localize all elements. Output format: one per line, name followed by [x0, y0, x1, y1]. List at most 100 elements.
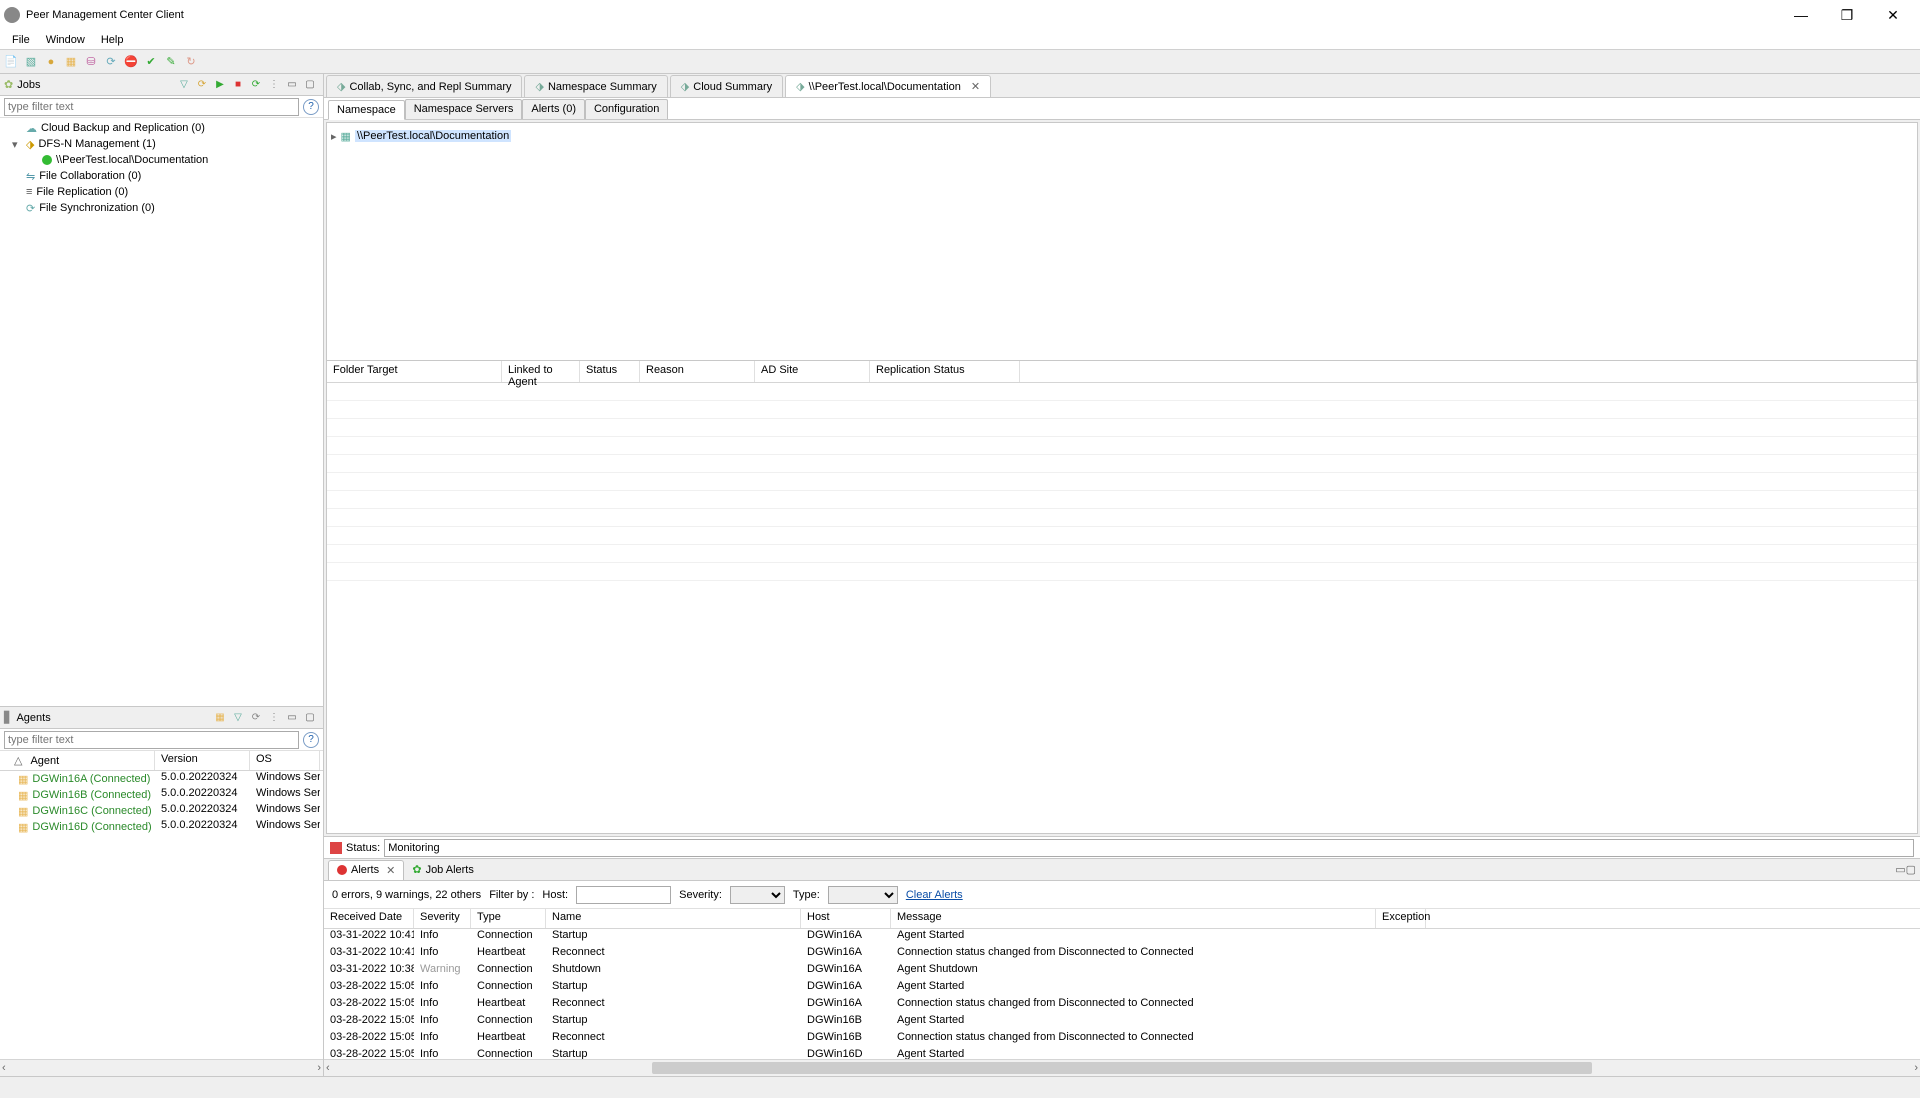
jobs-tree[interactable]: ☁Cloud Backup and Replication (0)▾⬗DFS-N… [0, 118, 323, 706]
maximize-button[interactable]: ❐ [1824, 0, 1870, 30]
toolbar-sync-icon[interactable]: ↻ [182, 53, 200, 71]
folder-target-row[interactable] [327, 383, 1917, 401]
jobs-min-icon[interactable]: ▭ [284, 77, 300, 93]
sub-tab[interactable]: Namespace [328, 100, 405, 120]
jobs-filter-icon[interactable]: ▽ [176, 77, 192, 93]
menu-window[interactable]: Window [38, 34, 93, 46]
alerts-table[interactable]: Received Date Severity Type Name Host Me… [324, 909, 1920, 1059]
agents-col-version[interactable]: Version [155, 751, 250, 770]
editor-tab[interactable]: ⬗\\PeerTest.local\Documentation✕ [785, 75, 991, 97]
editor-tab[interactable]: ⬗Collab, Sync, and Repl Summary [326, 75, 522, 97]
folder-target-row[interactable] [327, 401, 1917, 419]
toolbar-save-icon[interactable]: ● [42, 53, 60, 71]
tab-close-icon[interactable]: ✕ [971, 80, 980, 93]
alert-row[interactable]: 03-31-2022 10:41:10InfoConnectionStartup… [324, 929, 1920, 946]
alerts-max-icon[interactable]: ▢ [1906, 863, 1916, 876]
toolbar-refresh-icon[interactable]: ⟳ [102, 53, 120, 71]
jobs-filter-input[interactable] [4, 98, 299, 116]
agents-filter-icon[interactable]: ▽ [230, 710, 246, 726]
menu-help[interactable]: Help [93, 34, 132, 46]
col-replication-status[interactable]: Replication Status [870, 361, 1020, 382]
alerts-hscroll[interactable]: ‹› [324, 1059, 1920, 1076]
col-type[interactable]: Type [471, 909, 546, 928]
close-button[interactable]: ✕ [1870, 0, 1916, 30]
severity-select[interactable] [730, 886, 785, 904]
agents-row[interactable]: ▦DGWin16D (Connected)5.0.0.20220324Windo… [0, 819, 323, 835]
alert-row[interactable]: 03-31-2022 10:38:59WarningConnectionShut… [324, 963, 1920, 980]
agents-table[interactable]: △Agent Version OS ▦DGWin16A (Connected)5… [0, 751, 323, 1059]
agents-col-agent[interactable]: Agent [30, 755, 59, 767]
host-filter-input[interactable] [576, 886, 671, 904]
col-exception[interactable]: Exception [1376, 909, 1426, 928]
jobs-menu-icon[interactable]: ⋮ [266, 77, 282, 93]
col-ad-site[interactable]: AD Site [755, 361, 870, 382]
jobs-tree-item[interactable]: ☁Cloud Backup and Replication (0) [0, 120, 323, 136]
col-host[interactable]: Host [801, 909, 891, 928]
col-message[interactable]: Message [891, 909, 1376, 928]
alert-row[interactable]: 03-31-2022 10:41:10InfoHeartbeatReconnec… [324, 946, 1920, 963]
jobs-restart-icon[interactable]: ⟳ [248, 77, 264, 93]
toolbar-check-icon[interactable]: ✔ [142, 53, 160, 71]
folder-target-row[interactable] [327, 491, 1917, 509]
toolbar-open-icon[interactable]: ▧ [22, 53, 40, 71]
jobs-tree-item[interactable]: ≡File Replication (0) [0, 184, 323, 200]
agents-min-icon[interactable]: ▭ [284, 710, 300, 726]
jobs-stop-icon[interactable]: ■ [230, 77, 246, 93]
folder-target-row[interactable] [327, 419, 1917, 437]
alert-row[interactable]: 03-28-2022 15:05:59InfoConnectionStartup… [324, 980, 1920, 997]
col-folder-target[interactable]: Folder Target [327, 361, 502, 382]
jobs-tree-item[interactable]: \\PeerTest.local\Documentation [0, 152, 323, 168]
col-severity[interactable]: Severity [414, 909, 471, 928]
folder-target-row[interactable] [327, 455, 1917, 473]
col-status[interactable]: Status [580, 361, 640, 382]
minimize-button[interactable]: — [1778, 0, 1824, 30]
toolbar-new-icon[interactable]: 📄 [2, 53, 20, 71]
toolbar-agents-icon[interactable]: ▦ [62, 53, 80, 71]
editor-tab[interactable]: ⬗Cloud Summary [670, 75, 783, 97]
toolbar-db-icon[interactable]: ⛁ [82, 53, 100, 71]
jobs-max-icon[interactable]: ▢ [302, 77, 318, 93]
tab-alerts[interactable]: Alerts ✕ [328, 860, 404, 880]
agents-row[interactable]: ▦DGWin16C (Connected)5.0.0.20220324Windo… [0, 803, 323, 819]
jobs-tree-item[interactable]: ▾⬗DFS-N Management (1) [0, 136, 323, 152]
toolbar-error-icon[interactable]: ⛔ [122, 53, 140, 71]
folder-target-row[interactable] [327, 473, 1917, 491]
agents-row[interactable]: ▦DGWin16A (Connected)5.0.0.20220324Windo… [0, 771, 323, 787]
namespace-tree[interactable]: ▸ ▦ \\PeerTest.local\Documentation [327, 123, 1917, 361]
alert-row[interactable]: 03-28-2022 15:05:53InfoConnectionStartup… [324, 1014, 1920, 1031]
sub-tab[interactable]: Namespace Servers [405, 99, 523, 119]
col-name[interactable]: Name [546, 909, 801, 928]
folder-target-table[interactable]: Folder Target Linked to Agent Status Rea… [327, 361, 1917, 833]
alert-row[interactable]: 03-28-2022 15:05:53InfoHeartbeatReconnec… [324, 1031, 1920, 1048]
agents-menu-icon[interactable]: ⋮ [266, 710, 282, 726]
agents-filter-input[interactable] [4, 731, 299, 749]
agents-help-icon[interactable]: ? [303, 732, 319, 748]
folder-target-row[interactable] [327, 563, 1917, 581]
agents-col-os[interactable]: OS [250, 751, 320, 770]
agents-refresh-icon[interactable]: ⟳ [248, 710, 264, 726]
col-linked-agent[interactable]: Linked to Agent [502, 361, 580, 382]
alert-row[interactable]: 03-28-2022 15:05:59InfoHeartbeatReconnec… [324, 997, 1920, 1014]
folder-target-row[interactable] [327, 437, 1917, 455]
col-reason[interactable]: Reason [640, 361, 755, 382]
ns-tree-root[interactable]: ▸ ▦ \\PeerTest.local\Documentation [331, 127, 1913, 145]
jobs-help-icon[interactable]: ? [303, 99, 319, 115]
jobs-tree-item[interactable]: ⟳File Synchronization (0) [0, 200, 323, 216]
jobs-tree-item[interactable]: ⇋File Collaboration (0) [0, 168, 323, 184]
clear-alerts-link[interactable]: Clear Alerts [906, 889, 963, 901]
alert-row[interactable]: 03-28-2022 15:05:44InfoConnectionStartup… [324, 1048, 1920, 1059]
sub-tab[interactable]: Configuration [585, 99, 668, 119]
folder-target-row[interactable] [327, 509, 1917, 527]
alerts-min-icon[interactable]: ▭ [1895, 863, 1905, 876]
menu-file[interactable]: File [4, 34, 38, 46]
agents-max-icon[interactable]: ▢ [302, 710, 318, 726]
type-select[interactable] [828, 886, 898, 904]
jobs-play-icon[interactable]: ▶ [212, 77, 228, 93]
tab-job-alerts[interactable]: ✿ Job Alerts [404, 860, 482, 880]
agents-folder-icon[interactable]: ▦ [212, 710, 228, 726]
toolbar-edit-icon[interactable]: ✎ [162, 53, 180, 71]
sub-tab[interactable]: Alerts (0) [522, 99, 585, 119]
col-received-date[interactable]: Received Date [324, 909, 414, 928]
agents-hscroll[interactable]: ‹› [0, 1059, 323, 1076]
folder-target-row[interactable] [327, 527, 1917, 545]
